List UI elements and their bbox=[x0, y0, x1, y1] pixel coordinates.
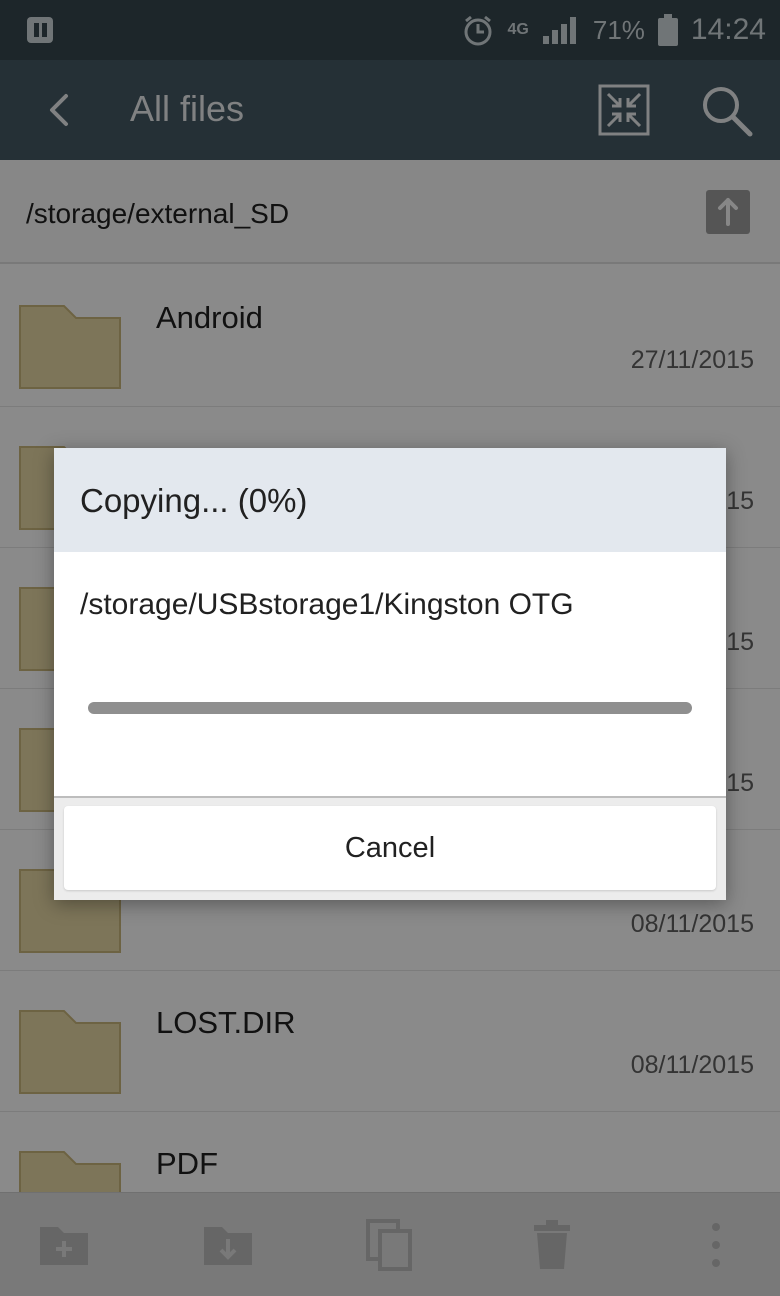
cancel-button[interactable]: Cancel bbox=[64, 806, 716, 890]
copy-source-path: /storage/USBstorage1/Kingston OTG bbox=[80, 588, 574, 621]
dialog-header: Copying... (0%) bbox=[54, 448, 726, 552]
progress-bar bbox=[88, 702, 692, 714]
dialog-title: Copying... (0%) bbox=[80, 482, 308, 519]
dialog-actions: Cancel bbox=[54, 798, 726, 900]
copy-progress-dialog: Copying... (0%) /storage/USBstorage1/Kin… bbox=[54, 448, 726, 900]
